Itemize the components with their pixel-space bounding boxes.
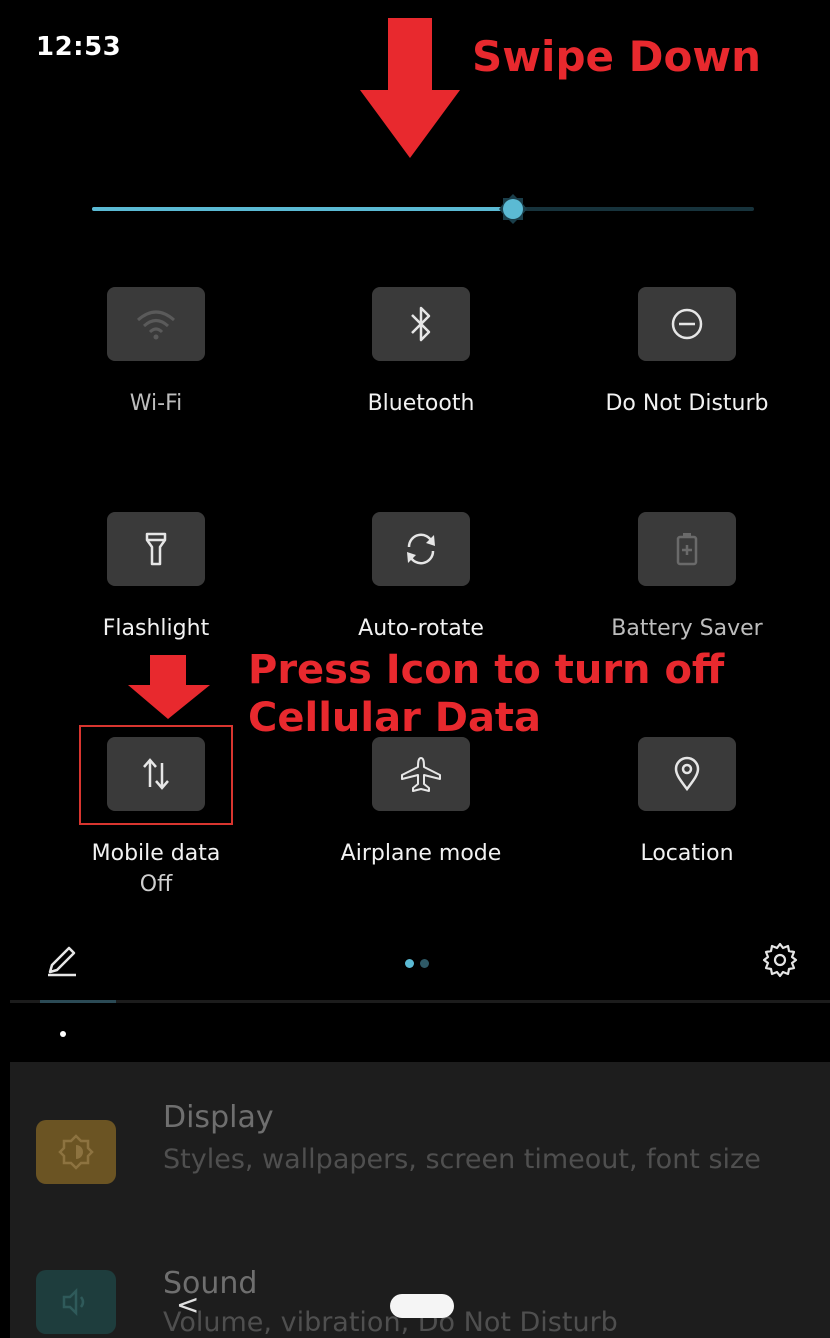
bluetooth-icon <box>411 306 431 342</box>
flashlight-icon <box>145 532 167 566</box>
wifi-icon <box>137 310 175 340</box>
do-not-disturb-tile-button[interactable] <box>638 287 736 361</box>
tile-bluetooth[interactable]: Bluetooth <box>288 287 554 416</box>
tile-label: Do Not Disturb <box>605 391 769 416</box>
tile-airplane-mode[interactable]: Airplane mode <box>288 737 554 866</box>
battery-saver-tile-button[interactable] <box>638 512 736 586</box>
location-icon <box>674 756 700 792</box>
tile-sublabel: Off <box>139 872 173 897</box>
location-tile-button[interactable] <box>638 737 736 811</box>
airplane-icon <box>401 757 441 792</box>
tile-label: Wi-Fi <box>129 391 183 416</box>
tile-label: Airplane mode <box>340 841 502 866</box>
tile-label: Mobile data <box>91 841 221 866</box>
settings-item-description: Styles, wallpapers, screen timeout, font… <box>163 1144 761 1175</box>
press-icon-annotation: Press Icon to turn off Cellular Data <box>248 646 808 742</box>
status-time: 12:53 <box>36 32 122 62</box>
tile-label: Location <box>640 841 734 866</box>
mobile-data-tile-button[interactable] <box>107 737 205 811</box>
tile-label: Bluetooth <box>367 391 475 416</box>
settings-item-title: Display <box>163 1100 274 1135</box>
page-indicator <box>405 953 435 972</box>
battery-saver-icon <box>676 533 698 566</box>
swipe-down-annotation: Swipe Down <box>472 32 762 81</box>
press-down-arrow-icon <box>128 655 210 719</box>
brightness-fill <box>92 207 510 211</box>
panel-divider-accent <box>40 1000 116 1003</box>
settings-item-description: Volume, vibration, Do Not Disturb <box>163 1307 618 1338</box>
brightness-thumb-icon[interactable] <box>497 193 529 225</box>
tile-battery-saver[interactable]: Battery Saver <box>554 512 820 641</box>
airplane-mode-tile-button[interactable] <box>372 737 470 811</box>
panel-divider <box>10 1000 830 1003</box>
tile-wifi[interactable]: Wi-Fi <box>23 287 289 416</box>
settings-item-sound[interactable] <box>36 1270 116 1334</box>
press-annotation-line2: Cellular Data <box>248 695 542 741</box>
auto-rotate-icon <box>407 533 435 565</box>
display-icon <box>36 1120 116 1184</box>
bluetooth-tile-button[interactable] <box>372 287 470 361</box>
wifi-tile-button[interactable] <box>107 287 205 361</box>
back-button[interactable]: < <box>176 1288 199 1321</box>
auto-rotate-tile-button[interactable] <box>372 512 470 586</box>
settings-item-display[interactable] <box>36 1120 116 1184</box>
flashlight-tile-button[interactable] <box>107 512 205 586</box>
page-dot <box>420 959 429 968</box>
notification-dot <box>60 1031 66 1037</box>
home-pill-button[interactable] <box>390 1294 454 1318</box>
page-dot <box>405 959 414 968</box>
press-annotation-line1: Press Icon to turn off <box>248 647 725 693</box>
sound-icon <box>36 1270 116 1334</box>
tile-label: Flashlight <box>102 616 210 641</box>
mobile-data-icon <box>143 758 169 790</box>
tile-label: Battery Saver <box>611 616 763 641</box>
pencil-icon[interactable] <box>44 942 80 978</box>
brightness-slider[interactable] <box>92 207 754 211</box>
tile-mobile-data[interactable]: Mobile data Off <box>23 737 289 897</box>
tile-flashlight[interactable]: Flashlight <box>23 512 289 641</box>
swipe-down-arrow-icon <box>360 18 460 158</box>
tile-location[interactable]: Location <box>554 737 820 866</box>
do-not-disturb-icon <box>671 308 703 340</box>
tile-auto-rotate[interactable]: Auto-rotate <box>288 512 554 641</box>
tile-do-not-disturb[interactable]: Do Not Disturb <box>554 287 820 416</box>
gear-icon[interactable] <box>761 941 799 979</box>
tile-label: Auto-rotate <box>358 616 484 641</box>
